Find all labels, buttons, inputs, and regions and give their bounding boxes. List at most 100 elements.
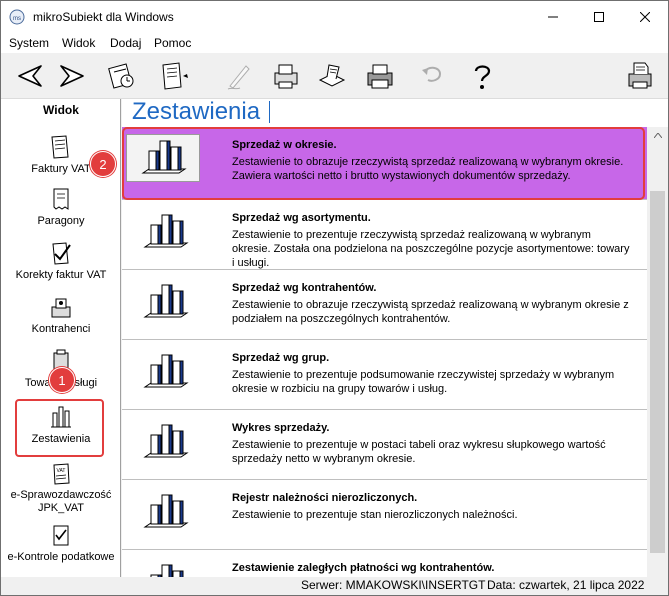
report-chart-icon	[143, 424, 189, 458]
status-date: Data: czwartek, 21 lipca 2022	[487, 578, 645, 592]
scrollbar-thumb[interactable]	[650, 191, 665, 553]
print-button[interactable]	[361, 57, 399, 95]
menu-bar: System Widok Dodaj Pomoc	[1, 32, 668, 53]
printer-icon	[367, 64, 393, 89]
sidebar-item-paragony[interactable]: Paragony	[1, 185, 120, 228]
undo-button[interactable]	[413, 57, 451, 95]
report-title: Sprzedaż wg grup.	[232, 352, 330, 364]
maximize-button[interactable]	[576, 1, 622, 32]
report-title: Zestawienie zaległych płatności wg kontr…	[232, 562, 495, 574]
receipt-button[interactable]	[313, 57, 351, 95]
close-button[interactable]	[622, 1, 668, 32]
sidebar-item-label: e-Kontrole podatkowe	[7, 551, 115, 563]
correction-icon	[52, 242, 71, 265]
annotation-badge-2: 2	[90, 151, 116, 177]
vertical-scrollbar[interactable]	[647, 127, 668, 577]
report-icon-button[interactable]	[126, 134, 200, 182]
report-icon-button[interactable]	[132, 487, 198, 537]
report-description: Zestawienie to prezentuje w postaci tabe…	[232, 439, 606, 465]
report-description: Zestawienie to prezentuje podsumowanie r…	[232, 369, 615, 395]
menu-pomoc[interactable]: Pomoc	[154, 36, 191, 50]
fax-printer-icon	[628, 62, 652, 89]
menu-system[interactable]: System	[9, 36, 49, 50]
sidebar-item-label: e-Sprawozdawczość JPK_VAT	[10, 489, 112, 514]
receipt-icon	[53, 188, 69, 210]
forward-arrow-icon	[60, 65, 84, 87]
report-row[interactable]: Sprzedaż wg kontrahentów. Zestawienie to …	[122, 270, 647, 340]
minimize-icon	[548, 16, 558, 17]
report-chart-icon	[150, 564, 184, 577]
report-icon-button[interactable]	[132, 557, 198, 577]
report-title: Wykres sprzedaży.	[232, 422, 330, 434]
report-row[interactable]: Wykres sprzedaży. Zestawienie to prezentu…	[122, 410, 647, 480]
svg-text:VAT: VAT	[57, 468, 66, 474]
back-button[interactable]	[11, 57, 49, 95]
report-title: Sprzedaż wg kontrahentów.	[232, 282, 377, 294]
help-icon	[474, 65, 491, 89]
sidebar-item-label: Faktury VAT	[31, 163, 91, 175]
jpk-icon: VAT	[53, 463, 70, 485]
maximize-icon	[594, 11, 604, 22]
report-row[interactable]: Sprzedaż w okresie. Zestawienie to obrazu…	[122, 127, 647, 200]
edit-button[interactable]	[219, 57, 257, 95]
document-sign-button[interactable]	[155, 57, 193, 95]
sidebar-heading: Widok	[43, 103, 79, 117]
sidebar-item-label: Kontrahenci	[31, 323, 91, 335]
report-row[interactable]: Rejestr należności nierozliczonych. Zesta…	[122, 480, 647, 550]
fax-print-button[interactable]	[621, 57, 659, 95]
sidebar-selection-highlight	[15, 399, 104, 457]
report-icon-button[interactable]	[132, 207, 198, 257]
app-window: ms mikroSubiekt dla Windows System Widok…	[0, 0, 669, 596]
receipt-icon	[318, 64, 346, 87]
scroll-up-button[interactable]	[647, 127, 668, 144]
report-list: Sprzedaż w okresie. Zestawienie to obrazu…	[122, 127, 647, 577]
report-row[interactable]: Zestawienie zaległych płatności wg kontr…	[122, 550, 647, 577]
chevron-up-icon	[653, 133, 662, 138]
print-preview-icon	[274, 64, 298, 89]
help-button[interactable]	[463, 57, 501, 95]
sidebar-item-label: Korekty faktur VAT	[15, 269, 107, 281]
back-arrow-icon	[18, 65, 42, 87]
pen-icon	[227, 65, 250, 90]
minimize-button[interactable]	[530, 1, 576, 32]
page-header: Zestawienia	[122, 98, 668, 126]
report-row[interactable]: Sprzedaż wg asortymentu. Zestawienie to p…	[122, 200, 647, 270]
report-title: Sprzedaż wg asortymentu.	[232, 212, 371, 224]
sidebar-item-kontrahenci[interactable]: Kontrahenci	[1, 293, 120, 336]
report-chart-icon	[143, 284, 189, 318]
print-preview-button[interactable]	[267, 57, 305, 95]
report-icon-button[interactable]	[132, 347, 198, 397]
report-chart-icon	[141, 140, 187, 174]
calendar-button[interactable]	[103, 57, 141, 95]
svg-text:ms: ms	[13, 16, 21, 22]
menu-dodaj[interactable]: Dodaj	[110, 36, 141, 50]
status-server: Serwer: MMAKOWSKI\INSERTGT	[301, 578, 486, 592]
annotation-badge-1: 1	[49, 367, 75, 393]
report-description: Zestawienie to obrazuje rzeczywistą sprz…	[232, 156, 624, 182]
report-icon-button[interactable]	[132, 417, 198, 467]
report-chart-icon	[143, 354, 189, 388]
app-logo-icon: ms	[9, 9, 25, 25]
sidebar-item-e-kontrole[interactable]: e-Kontrole podatkowe	[1, 521, 120, 564]
sidebar-item-korekty[interactable]: Korekty faktur VAT	[1, 239, 120, 282]
report-chart-icon	[143, 214, 189, 248]
undo-icon	[422, 66, 442, 82]
report-description: Zestawienie to obrazuje rzeczywistą sprz…	[232, 299, 629, 325]
sidebar-item-jpk-vat[interactable]: VAT e-Sprawozdawczość JPK_VAT	[1, 459, 120, 515]
sidebar-item-label: Paragony	[37, 215, 85, 227]
status-bar: Serwer: MMAKOWSKI\INSERTGT Data: czwarte…	[1, 577, 668, 595]
document-sign-icon	[162, 62, 188, 90]
main-content: Zestawienia Sprzedaż w okresie. Zestawien…	[122, 98, 668, 577]
toolbar	[1, 53, 668, 99]
report-icon-button[interactable]	[132, 277, 198, 327]
title-bar: ms mikroSubiekt dla Windows	[1, 1, 668, 32]
invoice-icon	[51, 135, 69, 159]
report-description: Zestawienie to prezentuje stan nierozlic…	[232, 509, 518, 521]
menu-widok[interactable]: Widok	[62, 36, 95, 50]
forward-button[interactable]	[53, 57, 91, 95]
contractors-icon	[51, 298, 71, 318]
close-icon	[640, 11, 650, 22]
calendar-icon	[108, 63, 134, 89]
report-row[interactable]: Sprzedaż wg grup. Zestawienie to prezentu…	[122, 340, 647, 410]
page-title: Zestawienia	[132, 98, 261, 125]
